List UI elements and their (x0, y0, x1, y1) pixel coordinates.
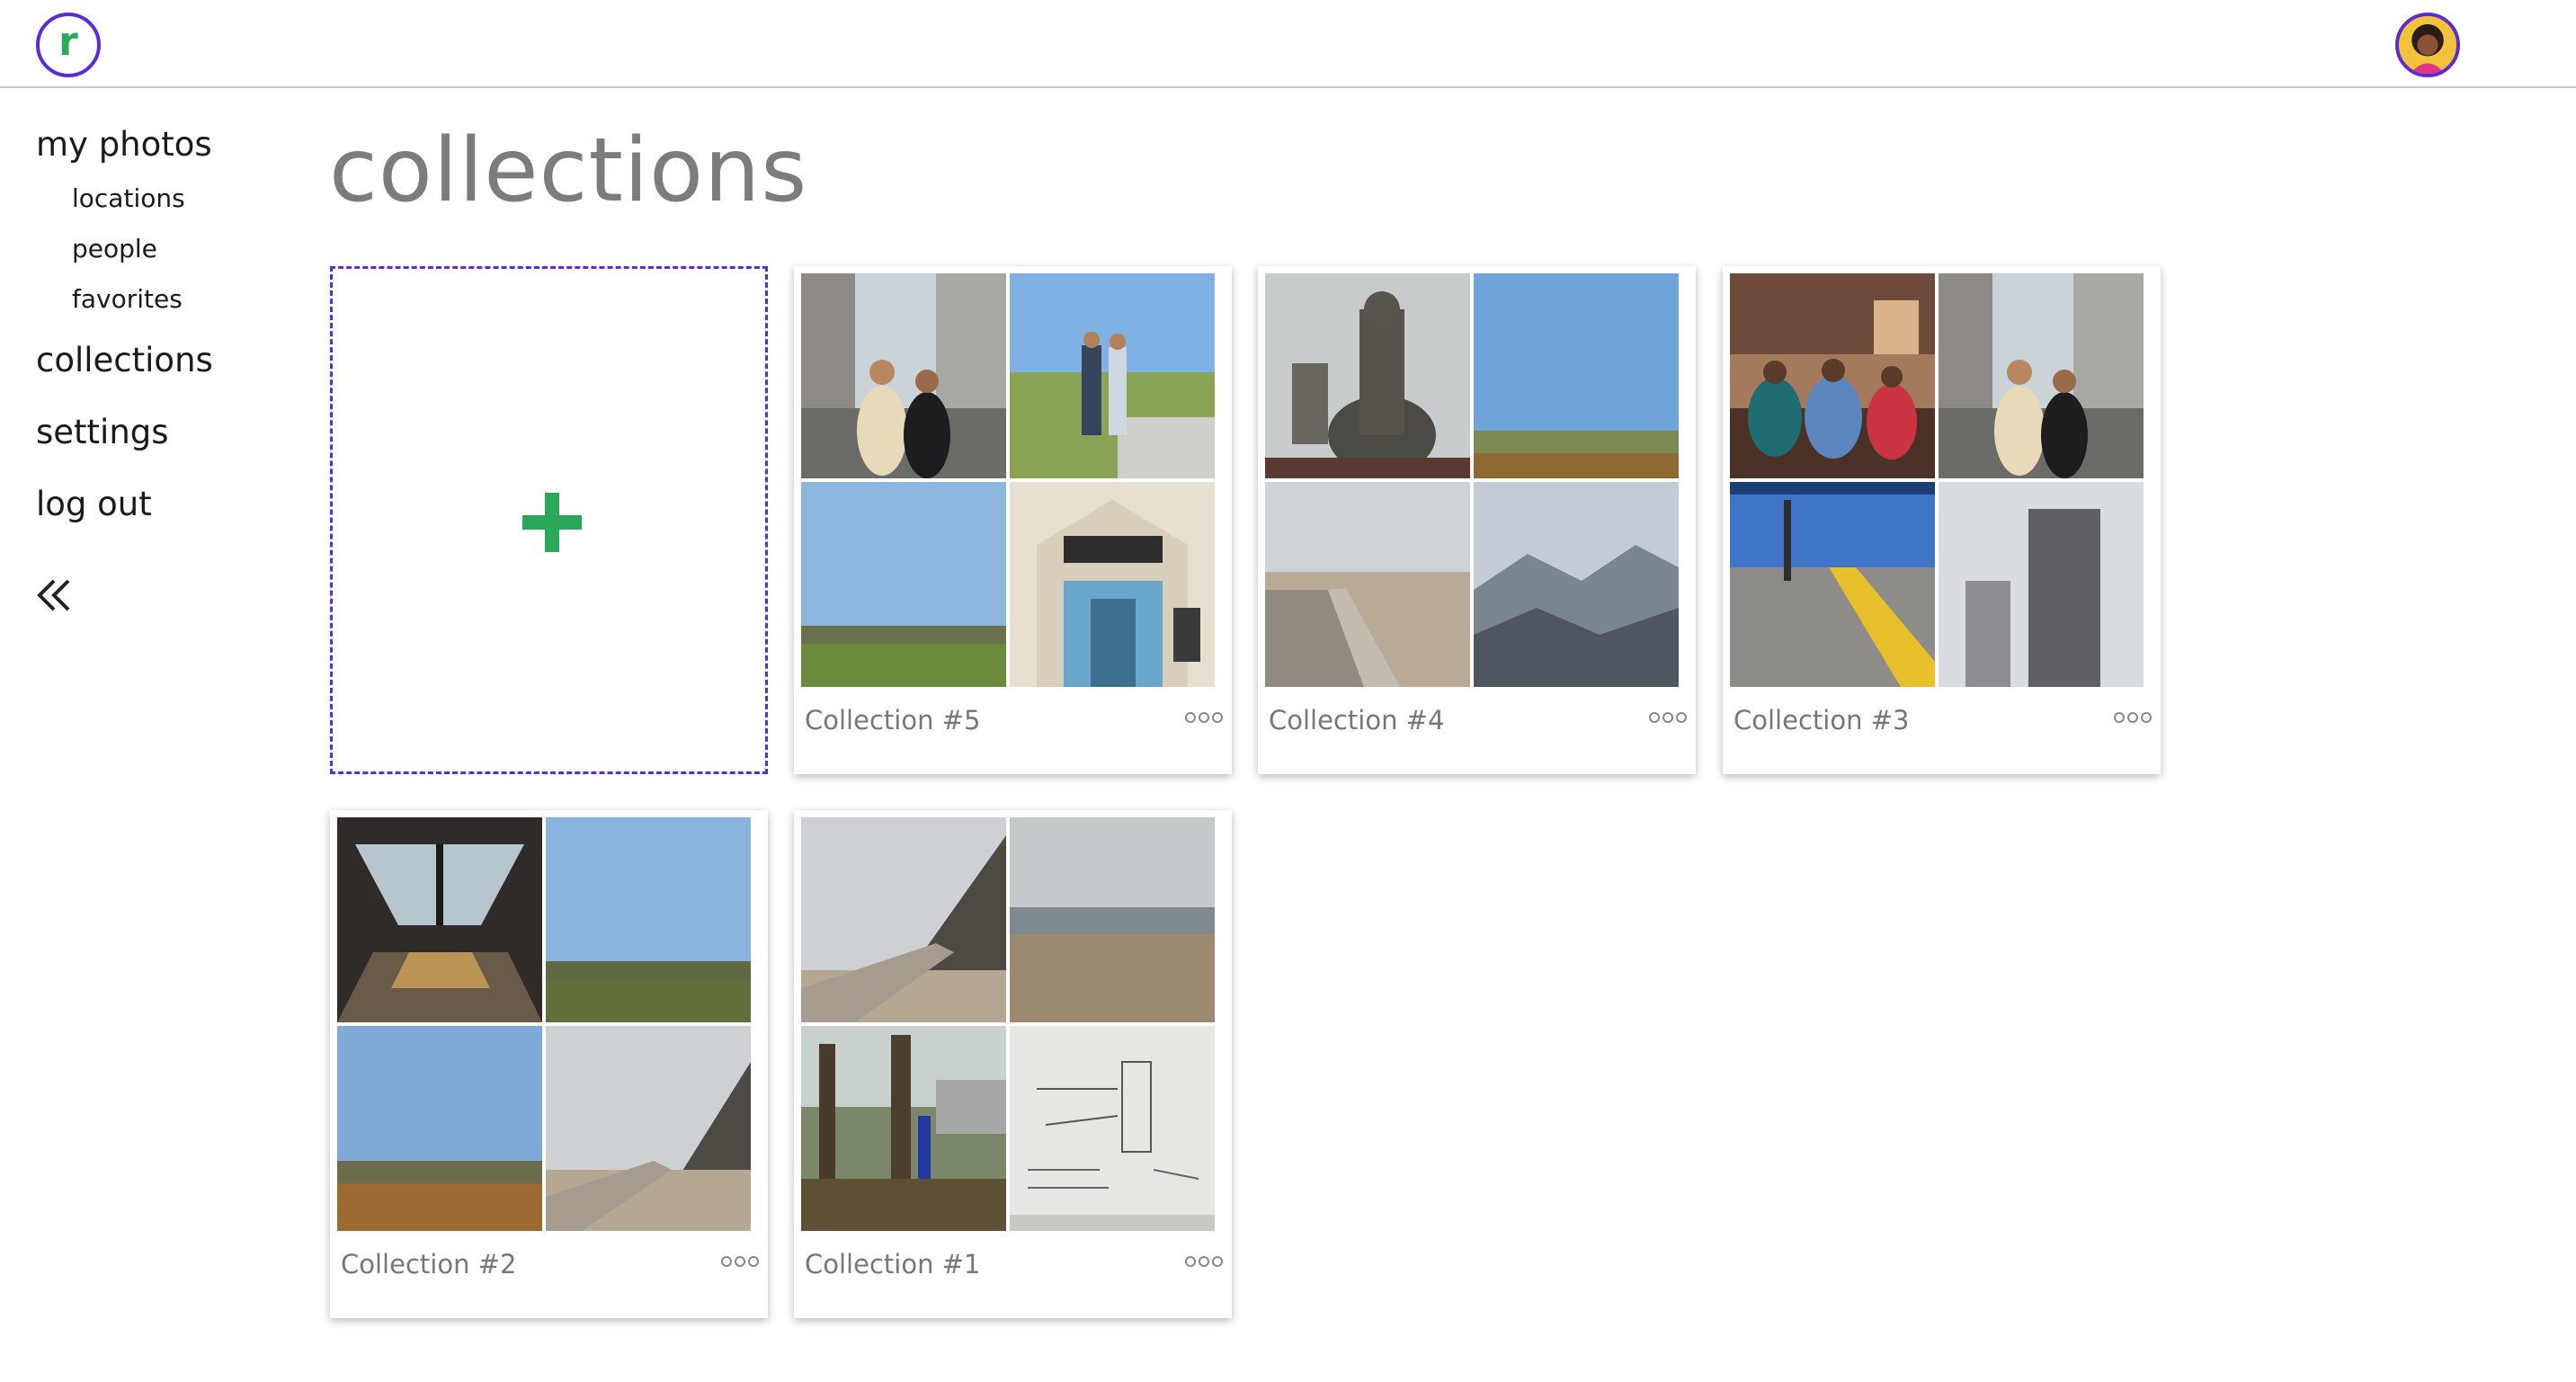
photo-thumbnail (1265, 273, 1470, 478)
photo-thumbnail (801, 1026, 1006, 1231)
photo-thumbnail (1474, 273, 1679, 478)
logo-letter: r (58, 19, 78, 65)
photo-thumbnail (546, 817, 751, 1022)
nav-collections[interactable]: collections (36, 342, 306, 379)
photo-thumbnail (801, 817, 1006, 1022)
nav-favorites[interactable]: favorites (72, 284, 306, 315)
double-chevron-left-icon[interactable] (36, 575, 72, 615)
collection-title: Collection #2 (341, 1249, 517, 1279)
photo-thumbnail (337, 817, 542, 1022)
photo-thumbnail (1730, 482, 1935, 687)
collection-card[interactable]: Collection #3 (1723, 266, 2161, 774)
nav-settings[interactable]: settings (36, 414, 306, 451)
photo-thumbnail (801, 273, 1006, 478)
new-collection-button[interactable] (330, 266, 768, 774)
collection-title: Collection #4 (1269, 705, 1445, 736)
photo-thumbnail (1939, 273, 2144, 478)
photo-thumbnail (1939, 482, 2144, 687)
r-logo-icon[interactable]: r (36, 13, 101, 77)
plus-icon (522, 493, 582, 552)
more-options-icon[interactable] (2114, 712, 2152, 723)
collection-thumbnails (801, 273, 1215, 687)
photo-thumbnail (1010, 273, 1215, 478)
page-title: collections (329, 120, 808, 222)
collection-title: Collection #5 (805, 705, 981, 736)
photo-thumbnail (1010, 1026, 1215, 1231)
user-avatar-icon[interactable] (2395, 13, 2460, 77)
nav-my-photos[interactable]: my photos (36, 126, 306, 164)
collection-thumbnails (1265, 273, 1679, 687)
more-options-icon[interactable] (1185, 1256, 1223, 1267)
collection-card[interactable]: Collection #4 (1258, 266, 1696, 774)
collection-thumbnails (1730, 273, 2144, 687)
sidebar-nav: my photos locations people favorites col… (36, 126, 306, 523)
photo-thumbnail (1474, 482, 1679, 687)
collection-title: Collection #3 (1734, 705, 1910, 736)
nav-locations[interactable]: locations (72, 183, 306, 214)
collection-title: Collection #1 (805, 1249, 981, 1279)
collection-card[interactable]: Collection #1 (794, 810, 1232, 1318)
top-bar: r (0, 0, 2576, 88)
collection-card[interactable]: Collection #5 (794, 266, 1232, 774)
photo-thumbnail (1010, 482, 1215, 687)
photo-thumbnail (1730, 273, 1935, 478)
collection-card[interactable]: Collection #2 (330, 810, 768, 1318)
photo-thumbnail (1010, 817, 1215, 1022)
photo-thumbnail (801, 482, 1006, 687)
more-options-icon[interactable] (1185, 712, 1223, 723)
nav-people[interactable]: people (72, 234, 306, 264)
photo-thumbnail (546, 1026, 751, 1231)
photo-thumbnail (337, 1026, 542, 1231)
more-options-icon[interactable] (721, 1256, 759, 1267)
collection-thumbnails (337, 817, 751, 1231)
collection-thumbnails (801, 817, 1215, 1231)
more-options-icon[interactable] (1649, 712, 1687, 723)
nav-log-out[interactable]: log out (36, 486, 306, 523)
photo-thumbnail (1265, 482, 1470, 687)
